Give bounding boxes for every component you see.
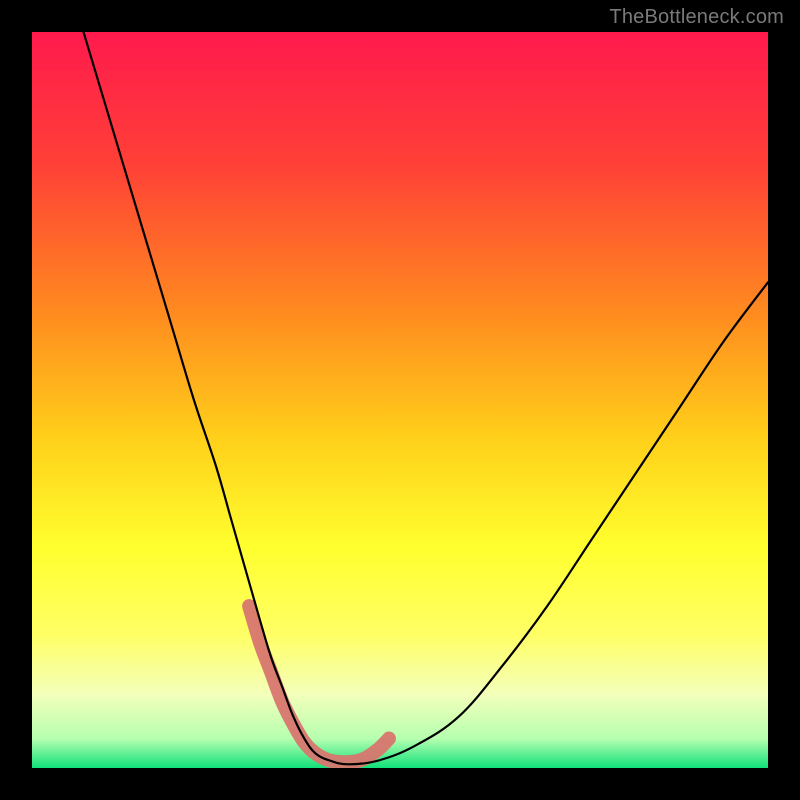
bottleneck-chart: [32, 32, 768, 768]
gradient-background: [32, 32, 768, 768]
chart-frame: TheBottleneck.com: [0, 0, 800, 800]
plot-area: [32, 32, 768, 768]
watermark-text: TheBottleneck.com: [609, 6, 784, 29]
